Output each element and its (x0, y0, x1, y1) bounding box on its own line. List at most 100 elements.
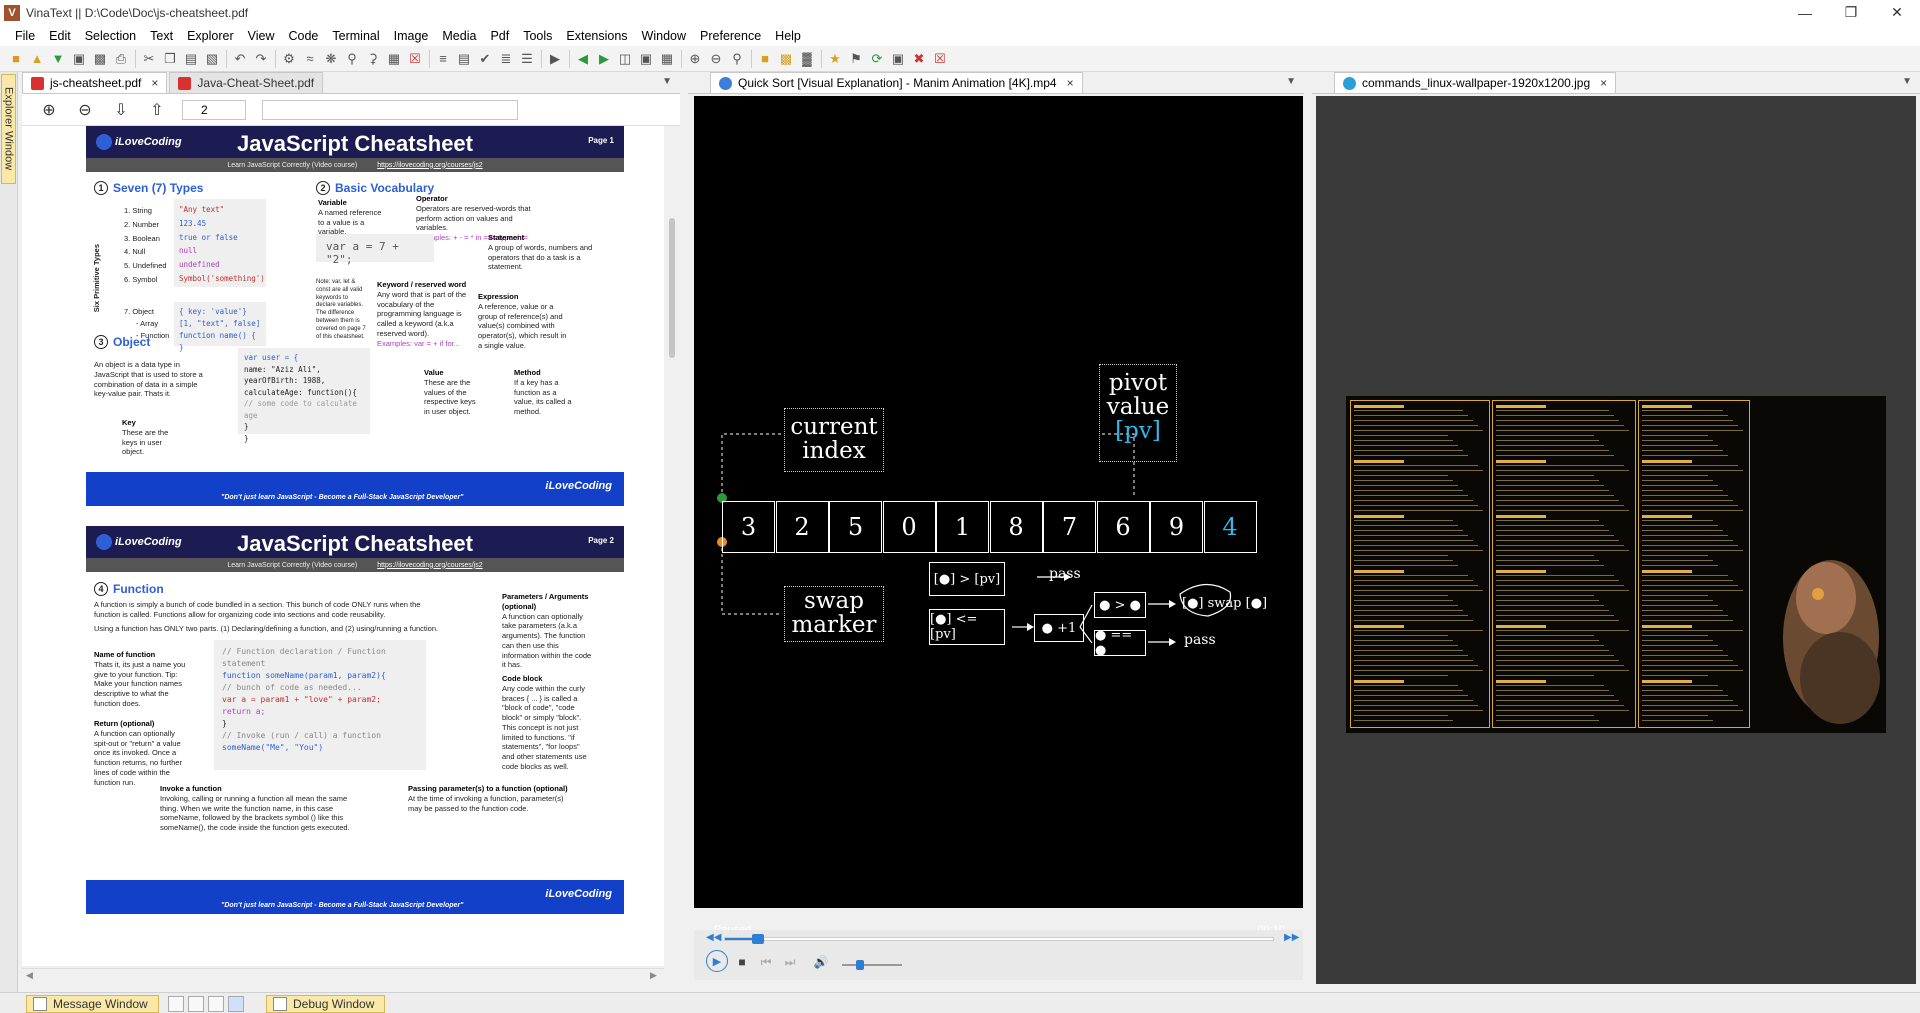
menu-edit[interactable]: Edit (42, 29, 78, 43)
tab-close-icon[interactable]: × (1067, 76, 1074, 90)
save-icon[interactable]: ▣ (69, 49, 89, 69)
volume-icon[interactable]: 🔊 (812, 954, 830, 970)
forward-icon[interactable]: ▶ (594, 49, 614, 69)
close-button[interactable]: ✕ (1874, 0, 1920, 25)
menu-extensions[interactable]: Extensions (559, 29, 634, 43)
tab-dropdown-icon[interactable]: ▼ (1286, 76, 1296, 87)
tab-dropdown-icon[interactable]: ▼ (662, 76, 672, 87)
undo-icon[interactable]: ↶ (230, 49, 250, 69)
tab-close-icon[interactable]: × (151, 76, 158, 90)
zoom-out-icon[interactable]: ⊖ (706, 49, 726, 69)
bookmark-icon[interactable]: ★ (825, 49, 845, 69)
save-all-icon[interactable]: ▩ (90, 49, 110, 69)
menu-pdf[interactable]: Pdf (483, 29, 516, 43)
menu-preference[interactable]: Preference (693, 29, 768, 43)
output-icon[interactable] (168, 996, 184, 1012)
clear-icon[interactable]: ☒ (930, 49, 950, 69)
tab-js-cheatsheet[interactable]: js-cheatsheet.pdf × (22, 72, 168, 93)
volume-thumb[interactable] (856, 960, 864, 970)
menu-file[interactable]: File (8, 29, 42, 43)
menu-image[interactable]: Image (387, 29, 436, 43)
scroll-left-icon[interactable]: ◀ (26, 970, 33, 981)
tag-icon[interactable]: ⚑ (846, 49, 866, 69)
course-link[interactable]: https://ilovecoding.org/courses/js2 (377, 562, 482, 569)
volume-slider[interactable] (842, 960, 902, 970)
menu-code[interactable]: Code (282, 29, 326, 43)
pdf-horizontal-scrollbar[interactable]: ◀ ▶ (22, 968, 664, 982)
zoom-in-icon[interactable]: ⊕ (685, 49, 705, 69)
window-icon[interactable]: ▣ (636, 49, 656, 69)
menu-help[interactable]: Help (768, 29, 808, 43)
replace-icon[interactable]: ▦ (384, 49, 404, 69)
find-in-files-icon[interactable]: ⚳ (363, 49, 383, 69)
maximize-button[interactable]: ❐ (1828, 0, 1874, 25)
zoom-out-icon[interactable]: ⊖ (74, 99, 96, 121)
page-number-input[interactable]: 2 (182, 99, 246, 120)
previous-button[interactable]: ⏮ (758, 954, 774, 970)
comment-icon[interactable]: ▤ (454, 49, 474, 69)
image-viewer[interactable] (1316, 96, 1916, 984)
lock-icon[interactable]: ▣ (888, 49, 908, 69)
menu-terminal[interactable]: Terminal (325, 29, 386, 43)
message-window-tab[interactable]: Message Window (26, 995, 159, 1013)
format-icon[interactable]: ≣ (496, 49, 516, 69)
project-icon[interactable]: ▩ (776, 49, 796, 69)
menu-view[interactable]: View (241, 29, 282, 43)
next-button[interactable]: ⏭ (782, 954, 798, 970)
print-icon[interactable]: ⎙ (111, 49, 131, 69)
redo-icon[interactable]: ↷ (251, 49, 271, 69)
prev-page-icon[interactable]: ⇧ (146, 99, 168, 121)
search-results-icon[interactable] (208, 996, 224, 1012)
tab-linux-wallpaper[interactable]: commands_linux-wallpaper-1920x1200.jpg × (1334, 72, 1617, 93)
course-link[interactable]: https://ilovecoding.org/courses/js2 (377, 162, 482, 169)
zoom-reset-icon[interactable]: ⚲ (727, 49, 747, 69)
open-file-icon[interactable]: ▲ (27, 49, 47, 69)
open-folder-icon[interactable]: ▼ (48, 49, 68, 69)
debug-window-tab[interactable]: Debug Window (266, 995, 386, 1013)
terminal-icon[interactable]: ▓ (797, 49, 817, 69)
folder-icon[interactable]: ■ (755, 49, 775, 69)
pdf-vertical-scrollbar[interactable] (668, 126, 676, 966)
seek-forward-icon[interactable]: ▶▶ (1284, 932, 1299, 943)
cut-icon[interactable]: ✂ (139, 49, 159, 69)
regex-icon[interactable]: ≈ (300, 49, 320, 69)
close-doc-icon[interactable]: ☒ (405, 49, 425, 69)
tab-java-cheat-sheet[interactable]: Java-Cheat-Sheet.pdf (169, 72, 324, 93)
tab-close-icon[interactable]: × (1600, 76, 1607, 90)
check-icon[interactable]: ✔ (475, 49, 495, 69)
split-icon[interactable]: ◫ (615, 49, 635, 69)
menu-explorer[interactable]: Explorer (180, 29, 241, 43)
explorer-window-tab[interactable]: Explorer Window (1, 74, 16, 184)
menu-selection[interactable]: Selection (78, 29, 143, 43)
video-player[interactable]: current index pivot value [pv] swap marker 3… (694, 96, 1303, 936)
pdf-search-input[interactable] (262, 99, 518, 120)
menu-window[interactable]: Window (635, 29, 693, 43)
stop-button[interactable]: ■ (734, 954, 750, 970)
delete-icon[interactable]: ▧ (202, 49, 222, 69)
layout-icon[interactable]: ▦ (657, 49, 677, 69)
scroll-thumb[interactable] (669, 218, 675, 358)
indent-icon[interactable]: ≡ (433, 49, 453, 69)
back-icon[interactable]: ◀ (573, 49, 593, 69)
next-page-icon[interactable]: ⇩ (110, 99, 132, 121)
refresh-icon[interactable]: ⟳ (867, 49, 887, 69)
tab-dropdown-icon[interactable]: ▼ (1902, 76, 1912, 87)
list-icon[interactable]: ☰ (517, 49, 537, 69)
scroll-right-icon[interactable]: ▶ (650, 970, 657, 981)
seek-back-icon[interactable]: ◀◀ (706, 932, 721, 943)
paste-icon[interactable]: ▤ (181, 49, 201, 69)
minimize-button[interactable]: — (1782, 0, 1828, 25)
menu-text[interactable]: Text (143, 29, 180, 43)
debug-icon[interactable]: ❋ (321, 49, 341, 69)
play-button[interactable]: ▶ (706, 950, 728, 972)
seek-slider[interactable] (724, 934, 1274, 944)
seek-thumb[interactable] (751, 934, 764, 944)
menu-tools[interactable]: Tools (516, 29, 559, 43)
run-icon[interactable]: ▶ (545, 49, 565, 69)
build-icon[interactable]: ⚙ (279, 49, 299, 69)
menu-media[interactable]: Media (435, 29, 483, 43)
find-icon[interactable]: ⚲ (342, 49, 362, 69)
bookmark-list-icon[interactable] (188, 996, 204, 1012)
copy-icon[interactable]: ❐ (160, 49, 180, 69)
zoom-in-icon[interactable]: ⊕ (38, 99, 60, 121)
